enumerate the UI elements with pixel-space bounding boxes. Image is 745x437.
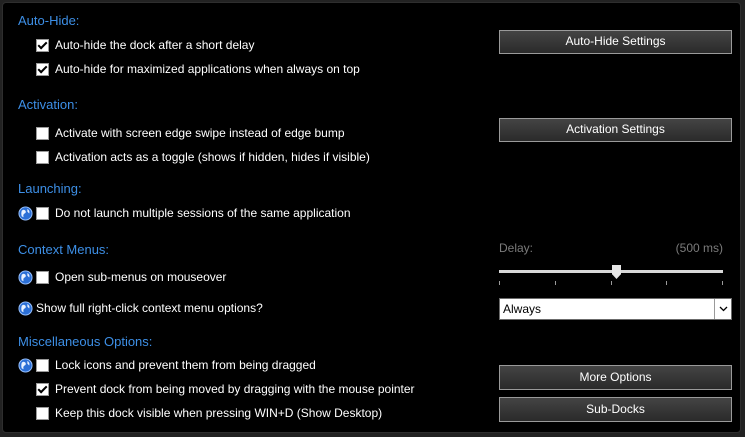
slider-tick	[555, 281, 556, 285]
activation-swipe-option[interactable]: Activate with screen edge swipe instead …	[36, 126, 345, 140]
autohide-maximized-label: Auto-hide for maximized applications whe…	[55, 62, 360, 76]
activation-swipe-checkbox[interactable]	[36, 126, 49, 140]
slider-tick	[666, 281, 667, 285]
activation-swipe-label: Activate with screen edge swipe instead …	[55, 126, 345, 140]
misc-keep-visible-option[interactable]: Keep this dock visible when pressing WIN…	[36, 406, 382, 420]
misc-prevent-move-option[interactable]: Prevent dock from being moved by draggin…	[36, 382, 415, 396]
autohide-maximized-option[interactable]: Auto-hide for maximized applications whe…	[36, 62, 360, 76]
globe-icon	[18, 206, 33, 221]
misc-keep-visible-checkbox[interactable]	[36, 406, 49, 420]
globe-icon	[18, 358, 33, 373]
activation-section-title: Activation:	[18, 97, 78, 112]
delay-label: Delay:	[499, 241, 534, 255]
dropdown-value: Always	[503, 302, 542, 316]
sub-docks-button[interactable]: Sub-Docks	[499, 397, 732, 422]
activation-toggle-label: Activation acts as a toggle (shows if hi…	[55, 150, 370, 164]
launching-single-session-checkbox[interactable]	[36, 206, 49, 220]
launching-single-session-option[interactable]: Do not launch multiple sessions of the s…	[36, 206, 351, 220]
more-options-button[interactable]: More Options	[499, 365, 732, 390]
show-full-context-label: Show full right-click context menu optio…	[36, 301, 263, 315]
slider-tick	[499, 281, 500, 285]
misc-keep-visible-label: Keep this dock visible when pressing WIN…	[55, 406, 383, 420]
globe-icon	[18, 270, 33, 285]
context-submenu-option[interactable]: Open sub-menus on mouseover	[36, 270, 226, 284]
launching-section-title: Launching:	[18, 181, 82, 196]
delay-slider[interactable]	[499, 261, 723, 287]
activation-toggle-option[interactable]: Activation acts as a toggle (shows if hi…	[36, 150, 370, 164]
settings-panel: Auto-Hide: Auto-hide the dock after a sh…	[2, 2, 741, 433]
context-section-title: Context Menus:	[18, 242, 110, 257]
context-options-dropdown[interactable]: Always	[499, 298, 732, 320]
misc-lock-icons-label: Lock icons and prevent them from being d…	[55, 358, 316, 372]
autohide-section-title: Auto-Hide:	[18, 13, 80, 28]
slider-track	[499, 270, 723, 273]
delay-value: (500 ms)	[675, 241, 723, 255]
misc-prevent-move-checkbox[interactable]	[36, 382, 49, 396]
misc-lock-icons-option[interactable]: Lock icons and prevent them from being d…	[36, 358, 316, 372]
autohide-settings-button[interactable]: Auto-Hide Settings	[499, 30, 732, 54]
autohide-delay-checkbox[interactable]	[36, 38, 49, 52]
slider-thumb[interactable]	[612, 265, 621, 279]
slider-tick	[611, 281, 612, 285]
autohide-maximized-checkbox[interactable]	[36, 62, 49, 76]
misc-lock-icons-checkbox[interactable]	[36, 358, 49, 372]
launching-single-session-label: Do not launch multiple sessions of the s…	[55, 206, 351, 220]
misc-prevent-move-label: Prevent dock from being moved by draggin…	[55, 382, 415, 396]
misc-section-title: Miscellaneous Options:	[18, 334, 153, 349]
chevron-down-icon[interactable]	[714, 299, 731, 319]
activation-settings-button[interactable]: Activation Settings	[499, 118, 732, 142]
autohide-delay-label: Auto-hide the dock after a short delay	[55, 38, 255, 52]
activation-toggle-checkbox[interactable]	[36, 150, 49, 164]
slider-tick	[722, 281, 723, 285]
globe-icon	[18, 301, 33, 316]
autohide-delay-option[interactable]: Auto-hide the dock after a short delay	[36, 38, 254, 52]
context-submenu-checkbox[interactable]	[36, 270, 49, 284]
context-submenu-label: Open sub-menus on mouseover	[55, 270, 227, 284]
